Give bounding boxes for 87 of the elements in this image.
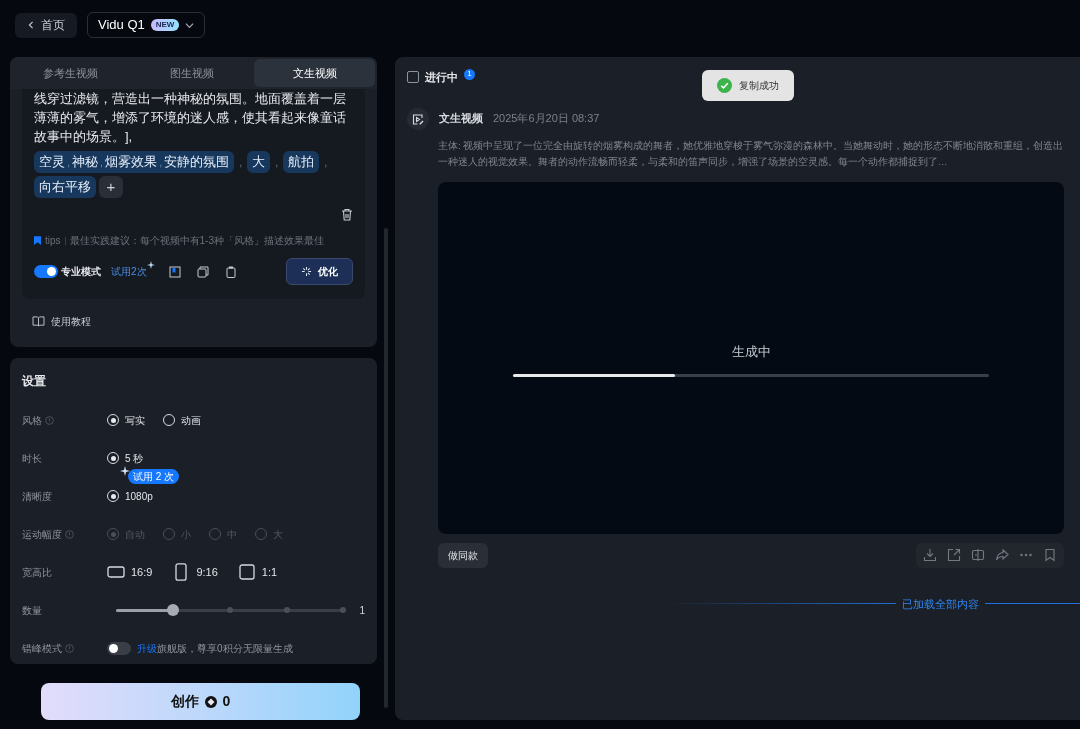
setting-label: 清晰度 <box>22 489 52 504</box>
tag-text: 航拍 <box>288 153 315 172</box>
upgrade-link[interactable]: 升级 <box>137 640 157 656</box>
video-edit-icon <box>407 107 429 130</box>
slider-thumb[interactable] <box>167 604 179 616</box>
radio-option[interactable]: 动画 <box>163 412 201 428</box>
tab[interactable]: 文生视频 <box>254 59 375 87</box>
tab[interactable]: 图生视频 <box>131 57 252 89</box>
separator-text: , <box>323 154 329 170</box>
setting-label: 运动幅度 <box>22 527 62 542</box>
separator-text: , <box>67 154 71 170</box>
section-title: 设置 <box>22 373 47 390</box>
tag-text: 神秘 <box>72 153 99 172</box>
copy-icon[interactable] <box>196 265 209 278</box>
success-icon <box>717 78 732 93</box>
separator-text: , <box>100 154 104 170</box>
separator-text: , <box>274 154 280 170</box>
slider-value: 1 <box>359 603 365 618</box>
filter-label: 进行中 <box>425 70 458 85</box>
setting-label: 宽高比 <box>22 565 52 580</box>
ratio-icon <box>237 563 256 581</box>
trial-badge: 试用 2 次 <box>128 469 180 484</box>
scrollbar[interactable] <box>384 228 388 708</box>
setting-label: 数量 <box>22 603 42 618</box>
optimize-button[interactable]: 优化 <box>286 258 353 285</box>
tag-text: 空灵 <box>39 153 65 172</box>
toggle-description: 旗舰版，尊享0积分无限量生成 <box>157 641 293 656</box>
bookmark-icon <box>34 236 41 245</box>
tag-text: 向右平移 <box>39 178 91 197</box>
aspect-option[interactable]: 9:16 <box>172 563 218 581</box>
separator-text: , <box>238 154 244 170</box>
info-icon[interactable] <box>65 643 74 653</box>
checkbox[interactable] <box>407 71 419 84</box>
toggle-switch[interactable] <box>34 265 58 278</box>
setting-label: 风格 <box>22 413 42 428</box>
radio-option[interactable]: 1080p <box>107 488 153 504</box>
tag-text: 烟雾效果 <box>105 153 158 172</box>
end-note: 已加载全部内容 <box>901 596 980 612</box>
credit-icon <box>204 695 217 708</box>
bookmark-box-icon[interactable] <box>168 265 181 278</box>
ratio-icon <box>107 563 125 581</box>
setting-label: 时长 <box>22 451 42 466</box>
prompt-text[interactable]: 线穿过滤镜，营造出一种神秘的氛围。地面覆盖着一层薄薄的雾气，增添了环境的迷人感，使其看起来像童话故事中的场景。], <box>34 89 353 146</box>
model-selector[interactable]: Vidu Q1 NEW <box>87 12 206 38</box>
radio-option[interactable]: 写实 <box>107 412 145 428</box>
trial-text: 试用2次 <box>111 265 147 279</box>
task-type: 文生视频 <box>439 111 483 127</box>
sparkle-icon <box>146 261 155 269</box>
tag-text: 大 <box>252 153 266 172</box>
tag-chip[interactable]: 向右平移 <box>34 176 96 198</box>
toast: 复制成功 <box>702 70 794 101</box>
chevron-left-icon <box>27 21 35 29</box>
share-icon[interactable] <box>995 548 1009 562</box>
book-icon <box>32 316 45 327</box>
sparkle-icon <box>301 266 312 277</box>
info-icon[interactable] <box>45 415 54 425</box>
tag-chip[interactable]: 航拍 <box>283 151 320 173</box>
tag-text: 安静的氛围 <box>164 153 230 172</box>
aspect-option[interactable]: 16:9 <box>107 563 153 581</box>
setting-label: 错峰模式 <box>22 641 62 656</box>
remix-button[interactable]: 做同款 <box>438 542 488 568</box>
add-tag-button[interactable]: + <box>99 176 123 198</box>
tips-text: 最佳实践建议：每个视频中有1-3种「风格」描述效果最佳 <box>69 234 324 248</box>
external-link-icon[interactable] <box>947 548 961 562</box>
create-button[interactable]: 创作 0 <box>41 683 360 720</box>
trash-icon[interactable] <box>341 208 353 221</box>
clipboard-icon[interactable] <box>224 265 237 278</box>
chevron-down-icon <box>185 20 195 30</box>
pro-mode-label: 专业模式 <box>61 265 101 279</box>
separator-text: , <box>159 154 163 170</box>
count-badge: 1 <box>464 68 475 80</box>
new-badge: NEW <box>150 19 180 31</box>
split-icon[interactable] <box>971 548 985 562</box>
back-button[interactable]: 首页 <box>15 12 77 38</box>
radio-option[interactable]: 5 秒 <box>107 450 144 466</box>
tab[interactable]: 参考生视频 <box>10 57 131 89</box>
bookmark-icon[interactable] <box>1043 548 1057 562</box>
status-text: 生成中 <box>731 342 771 361</box>
download-icon[interactable] <box>923 548 937 562</box>
sparkle-icon <box>120 466 130 476</box>
task-time: 2025年6月20日 08:37 <box>493 111 600 127</box>
toggle-switch[interactable] <box>107 641 131 655</box>
tag-chip[interactable]: 空灵,神秘,烟雾效果,安静的氛围 <box>34 151 235 173</box>
tutorial-link[interactable]: 使用教程 <box>32 314 377 329</box>
tag-chip[interactable]: 大 <box>247 151 271 173</box>
aspect-option[interactable]: 1:1 <box>237 563 278 581</box>
tips-label: tips <box>45 234 61 248</box>
